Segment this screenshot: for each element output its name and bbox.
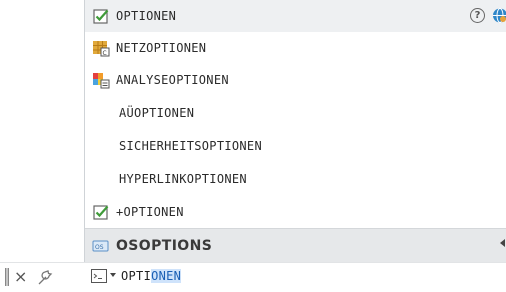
system-variable-section[interactable]: OS OSOPTIONS: [85, 228, 506, 262]
suggestion-label: SICHERHEITSOPTIONEN: [119, 139, 262, 153]
svg-text:C: C: [103, 50, 107, 57]
chevron-down-icon[interactable]: [110, 273, 116, 277]
analysis-options-icon: [93, 73, 110, 89]
net-options-icon: C: [93, 41, 110, 57]
suggestion-label: OPTIONEN: [116, 9, 177, 23]
svg-text:OS: OS: [95, 244, 104, 251]
collapse-arrow-icon[interactable]: [500, 239, 505, 247]
suggestion-label: +OPTIONEN: [116, 205, 184, 219]
suggestion-item-analyseoptionen[interactable]: ANALYSEOPTIONEN: [85, 64, 506, 96]
command-typed-text: OPTI: [121, 269, 152, 283]
system-variable-label: OSOPTIONS: [116, 237, 213, 254]
suggestion-item-optionen[interactable]: OPTIONEN ?: [85, 0, 506, 32]
suggestion-item-sicherheitsoptionen[interactable]: SICHERHEITSOPTIONEN: [85, 130, 506, 162]
system-variable-icon: OS: [92, 240, 109, 251]
suggestion-item-hyperlinkoptionen[interactable]: HYPERLINKOPTIONEN: [85, 163, 506, 195]
suggestion-label: NETZOPTIONEN: [116, 41, 207, 55]
suggestion-item-plus-optionen[interactable]: +OPTIONEN: [85, 196, 506, 228]
grip-handle-icon[interactable]: [5, 268, 9, 286]
globe-search-icon[interactable]: [491, 7, 506, 24]
command-prompt-icon[interactable]: [91, 269, 107, 283]
suggestion-label: ANALYSEOPTIONEN: [116, 73, 229, 87]
command-autocomplete-text: ONEN: [151, 269, 182, 283]
command-input[interactable]: OPTIONEN: [121, 269, 182, 283]
checkbox-check-icon: [93, 205, 109, 220]
command-line: × OPTIONEN: [0, 262, 506, 292]
close-icon[interactable]: ×: [14, 268, 27, 286]
suggestion-label: AÜOPTIONEN: [119, 106, 195, 120]
suggestion-label: HYPERLINKOPTIONEN: [119, 172, 247, 186]
help-icon[interactable]: ?: [470, 8, 485, 23]
suggestion-item-auoptionen[interactable]: AÜOPTIONEN: [85, 97, 506, 129]
checkbox-check-icon: [93, 9, 109, 24]
suggestion-item-netzoptionen[interactable]: C NETZOPTIONEN: [85, 32, 506, 64]
autocomplete-popup: OPTIONEN ? C NETZOPTIONEN ANALYSEOPTIONE…: [84, 0, 506, 262]
wrench-icon[interactable]: [36, 267, 54, 287]
